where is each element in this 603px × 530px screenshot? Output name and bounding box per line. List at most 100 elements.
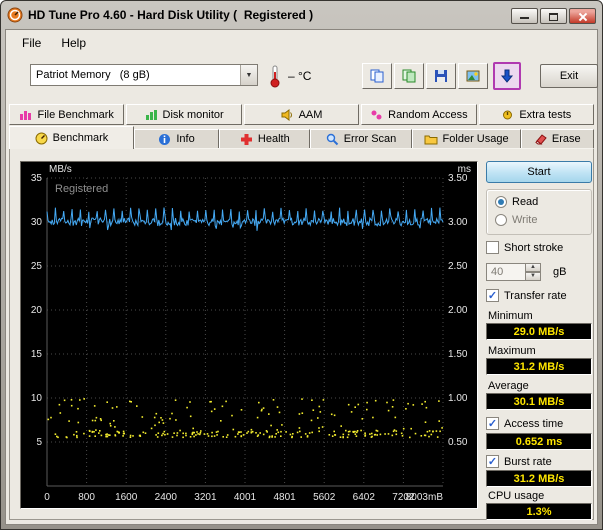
exit-label: Exit (560, 70, 578, 82)
tab-folder-usage[interactable]: Folder Usage (412, 129, 521, 149)
svg-text:8003mB: 8003mB (406, 492, 444, 503)
drive-select-dropdown[interactable]: Patriot Memory (8 gB) ▼ (30, 64, 258, 86)
svg-text:20: 20 (31, 305, 43, 316)
main-tab-bar: Benchmark Info Health Err (9, 126, 594, 149)
write-radio[interactable]: Write (495, 214, 537, 226)
titlebar: HD Tune Pro 4.60 - Hard Disk Utility ( R… (1, 1, 602, 29)
read-radio[interactable]: Read (495, 196, 538, 208)
tab-benchmark[interactable]: Benchmark (9, 126, 134, 149)
benchmark-panel: 0800160024003201400148015602640272028003… (9, 148, 594, 520)
burst-rate-value: 31.2 MB/s (486, 470, 592, 487)
svg-text:MB/s: MB/s (49, 164, 72, 175)
access-time-checkbox[interactable]: ✓ Access time (486, 417, 563, 430)
svg-text:1.00: 1.00 (448, 393, 468, 404)
app-icon (7, 7, 23, 23)
copy-image-icon (401, 68, 417, 84)
svg-text:35: 35 (31, 173, 43, 184)
random-access-icon (370, 109, 383, 121)
chart-canvas: 0800160024003201400148015602640272028003… (21, 162, 477, 508)
tab-label: Info (176, 133, 194, 145)
health-cross-icon (240, 133, 253, 146)
menu-file[interactable]: File (20, 36, 43, 50)
svg-text:0.50: 0.50 (448, 437, 468, 448)
magnifier-icon (326, 133, 339, 146)
tab-health[interactable]: Health (219, 129, 310, 149)
menu-help[interactable]: Help (59, 36, 88, 50)
copy-image-button[interactable] (394, 63, 424, 89)
tab-erase[interactable]: Erase (521, 129, 594, 149)
tab-label: AAM (299, 109, 323, 121)
svg-text:3.00: 3.00 (448, 217, 468, 228)
tab-file-benchmark[interactable]: File Benchmark (9, 104, 124, 125)
svg-text:2400: 2400 (155, 492, 178, 503)
spin-down-icon[interactable]: ▼ (526, 272, 541, 281)
exit-button[interactable]: Exit (540, 64, 598, 88)
transfer-rate-checkbox[interactable]: ✓ Transfer rate (486, 289, 567, 302)
extra-tests-icon (501, 109, 514, 121)
save-button[interactable] (426, 63, 456, 89)
svg-text:5602: 5602 (313, 492, 336, 503)
short-stroke-checkbox[interactable]: Short stroke (486, 241, 563, 254)
tab-label: Error Scan (344, 133, 397, 145)
cpu-usage-value: 1.3% (486, 503, 592, 520)
download-update-button[interactable] (493, 62, 521, 90)
tab-random-access[interactable]: Random Access (361, 104, 476, 125)
disk-monitor-icon (145, 109, 158, 121)
drive-select-value: Patriot Memory (8 gB) (31, 69, 240, 81)
start-button[interactable]: Start (486, 161, 592, 183)
tab-info[interactable]: Info (134, 129, 219, 149)
save-icon (433, 68, 449, 84)
transfer-rate-label: Transfer rate (504, 290, 567, 302)
maximum-label: Maximum (488, 345, 536, 357)
benchmark-gauge-icon (35, 132, 48, 145)
read-write-group: Read Write (486, 189, 592, 235)
svg-text:800: 800 (78, 492, 95, 503)
temperature-readout: – °C (288, 69, 311, 83)
copy-icon (369, 68, 385, 84)
chevron-down-icon[interactable]: ▼ (240, 65, 257, 85)
svg-text:2.50: 2.50 (448, 261, 468, 272)
access-time-value: 0.652 ms (486, 433, 592, 450)
benchmark-chart: 0800160024003201400148015602640272028003… (20, 161, 478, 509)
window-title: HD Tune Pro 4.60 - Hard Disk Utility ( R… (28, 8, 313, 22)
capacity-input[interactable]: 40 (486, 263, 526, 281)
tab-label: Disk monitor (163, 109, 224, 121)
close-button[interactable] (569, 8, 596, 24)
save-image-icon (465, 68, 481, 84)
tab-label: Random Access (388, 109, 467, 121)
svg-text:ms: ms (458, 164, 471, 175)
window-controls (511, 7, 596, 24)
svg-text:Registered: Registered (55, 183, 108, 195)
copy-button[interactable] (362, 63, 392, 89)
tab-disk-monitor[interactable]: Disk monitor (126, 104, 241, 125)
spin-up-icon[interactable]: ▲ (526, 263, 541, 272)
svg-text:1600: 1600 (115, 492, 138, 503)
tab-label: Folder Usage (443, 133, 509, 145)
minimize-button[interactable] (511, 8, 538, 24)
average-value: 30.1 MB/s (486, 393, 592, 410)
checkbox-checked-icon: ✓ (486, 417, 499, 430)
tab-label: Health (258, 133, 290, 145)
svg-text:30: 30 (31, 217, 43, 228)
tab-aam[interactable]: AAM (244, 104, 359, 125)
file-benchmark-icon (19, 109, 32, 121)
tab-label: Benchmark (53, 132, 109, 144)
svg-text:10: 10 (31, 393, 43, 404)
tab-label: Extra tests (519, 109, 571, 121)
tab-label: File Benchmark (37, 109, 113, 121)
maximum-value: 31.2 MB/s (486, 358, 592, 375)
maximize-icon (549, 13, 558, 21)
save-image-button[interactable] (458, 63, 488, 89)
tab-extra-tests[interactable]: Extra tests (479, 104, 594, 125)
burst-rate-checkbox[interactable]: ✓ Burst rate (486, 455, 552, 468)
minimum-label: Minimum (488, 310, 533, 322)
tab-error-scan[interactable]: Error Scan (310, 129, 411, 149)
average-label: Average (488, 380, 529, 392)
download-arrow-icon (500, 69, 514, 83)
maximize-button[interactable] (540, 8, 567, 24)
tab-label: Erase (552, 133, 581, 145)
app-window: HD Tune Pro 4.60 - Hard Disk Utility ( R… (0, 0, 603, 530)
info-icon (158, 133, 171, 146)
svg-text:6402: 6402 (353, 492, 376, 503)
short-stroke-label: Short stroke (504, 242, 563, 254)
